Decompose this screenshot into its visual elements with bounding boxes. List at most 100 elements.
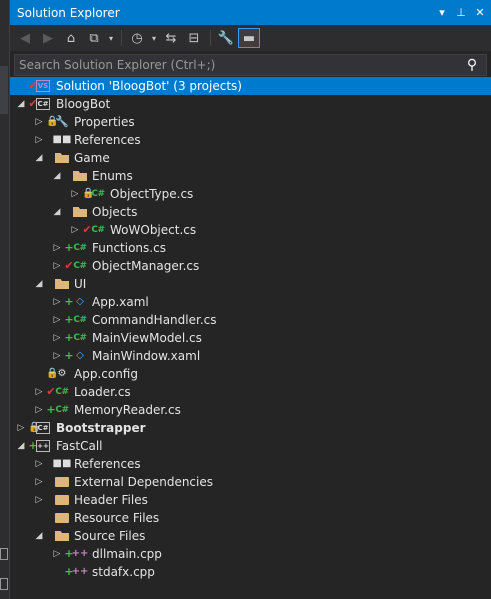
folder-open-icon	[54, 150, 70, 166]
collapse-arrow-icon[interactable]: ◢	[16, 95, 26, 113]
tree-item[interactable]: ◢ Objects	[10, 203, 491, 221]
tree-item-label: MemoryReader.cs	[74, 403, 181, 417]
tree-item[interactable]: + ++ stdafx.cpp	[10, 563, 491, 581]
tree-item[interactable]: ▷ 🔒 🔧 Properties	[10, 113, 491, 131]
dock-marker-icon	[0, 548, 8, 560]
forward-button[interactable]: ▶	[37, 28, 59, 48]
tree-item[interactable]: ▷ 🔒 C# ObjectType.cs	[10, 185, 491, 203]
expand-arrow-icon[interactable]: ▷	[52, 293, 62, 311]
tree-item[interactable]: ▷ ✔ C# WoWObject.cs	[10, 221, 491, 239]
dock-marker-icon	[0, 578, 8, 590]
panel-title-bar: Solution Explorer ▾ ⊥ ✕	[10, 0, 491, 25]
switch-views-button[interactable]: ⧉	[83, 28, 105, 48]
expand-arrow-icon[interactable]: ▷	[34, 113, 44, 131]
tree-item-label: Functions.cs	[92, 241, 166, 255]
tree-item[interactable]: ▷ + C# Functions.cs	[10, 239, 491, 257]
folder-icon	[54, 492, 70, 508]
expand-arrow-icon[interactable]: ▷	[70, 185, 80, 203]
tree-item-label: Solution 'BloogBot' (3 projects)	[56, 79, 242, 93]
tree-item-label: Objects	[92, 205, 138, 219]
tree-item-label: ObjectType.cs	[110, 187, 194, 201]
tree-item[interactable]: ▷ Header Files	[10, 491, 491, 509]
expand-arrow-icon[interactable]: ▷	[34, 401, 44, 419]
collapse-arrow-icon[interactable]: ◢	[52, 203, 62, 221]
folder-icon	[54, 510, 70, 526]
collapse-arrow-icon[interactable]: ◢	[34, 527, 44, 545]
properties-button[interactable]: 🔧	[215, 28, 237, 48]
tree-item[interactable]: ◢ Enums	[10, 167, 491, 185]
pin-icon[interactable]: ⊥	[453, 6, 469, 19]
expand-arrow-icon[interactable]: ▷	[34, 455, 44, 473]
tree-item-label: App.xaml	[92, 295, 149, 309]
left-dock-strip	[0, 0, 10, 599]
tree-item[interactable]: ◢ ✔ C# BloogBot	[10, 95, 491, 113]
search-input[interactable]	[15, 57, 458, 73]
tree-item[interactable]: ▷ 🔒 C# Bootstrapper	[10, 419, 491, 437]
tree-item[interactable]: ▷ + C# MemoryReader.cs	[10, 401, 491, 419]
tree-item[interactable]: ▷ + ++ dllmain.cpp	[10, 545, 491, 563]
expand-arrow-icon[interactable]: ▷	[52, 347, 62, 365]
tree-item[interactable]: ▷ ✔ C# ObjectManager.cs	[10, 257, 491, 275]
dock-tab[interactable]	[0, 66, 8, 114]
tree-item[interactable]: ▷ + C# MainViewModel.cs	[10, 329, 491, 347]
toolbar-separator	[210, 30, 211, 46]
expand-arrow-icon[interactable]: ▷	[34, 491, 44, 509]
switch-views-dropdown-icon[interactable]: ▾	[106, 28, 116, 48]
preview-selected-items-button[interactable]: ▬	[238, 28, 260, 48]
collapse-arrow-icon[interactable]: ◢	[34, 149, 44, 167]
tree-item[interactable]: ▷ ■■ References	[10, 455, 491, 473]
tree-item[interactable]: ▷ + ◇ MainWindow.xaml	[10, 347, 491, 365]
tree-item[interactable]: ▷ ✔ C# Loader.cs	[10, 383, 491, 401]
xaml-file-icon: ◇	[76, 350, 84, 361]
collapse-all-button[interactable]: ⊟	[183, 28, 205, 48]
pending-changes-filter-button[interactable]: ◷	[126, 28, 148, 48]
tree-item-label: FastCall	[56, 439, 103, 453]
tree-item[interactable]: 🔒 ⚙ App.config	[10, 365, 491, 383]
panel-title: Solution Explorer	[17, 5, 120, 20]
expand-arrow-icon[interactable]: ▷	[34, 131, 44, 149]
tree-item-label: dllmain.cpp	[92, 547, 162, 561]
csharp-file-icon: C#	[91, 225, 105, 235]
close-icon[interactable]: ✕	[472, 6, 488, 19]
home-button[interactable]: ⌂	[60, 28, 82, 48]
tree-item[interactable]: ▷ ■■ References	[10, 131, 491, 149]
search-icon[interactable]: ⚲	[458, 57, 486, 73]
tree-item[interactable]: ▷ + ◇ App.xaml	[10, 293, 491, 311]
expand-arrow-icon[interactable]: ▷	[52, 545, 62, 563]
tree-item-label: CommandHandler.cs	[92, 313, 217, 327]
solution-explorer-panel: Solution Explorer ▾ ⊥ ✕ ◀ ▶ ⌂ ⧉ ▾ ◷ ▾ ⇆ …	[10, 0, 491, 599]
back-button[interactable]: ◀	[14, 28, 36, 48]
expand-arrow-icon[interactable]: ▷	[16, 419, 26, 437]
expand-arrow-icon[interactable]: ▷	[52, 329, 62, 347]
expand-arrow-icon[interactable]: ▷	[52, 311, 62, 329]
collapse-arrow-icon[interactable]: ◢	[52, 167, 62, 185]
tree-item-label: References	[74, 133, 141, 147]
expand-arrow-icon[interactable]: ▷	[34, 383, 44, 401]
expand-arrow-icon[interactable]: ▷	[52, 257, 62, 275]
expand-arrow-icon[interactable]: ▷	[34, 473, 44, 491]
tree-item[interactable]: ◢ Game	[10, 149, 491, 167]
tree-item[interactable]: ◢ UI	[10, 275, 491, 293]
tree-item-label: BloogBot	[56, 97, 111, 111]
properties-wrench-icon: 🔧	[55, 115, 69, 128]
expand-arrow-icon[interactable]: ▷	[70, 221, 80, 239]
pending-changes-dropdown-icon[interactable]: ▾	[149, 28, 159, 48]
tree-item-label: Enums	[92, 169, 133, 183]
tree-item-label: Source Files	[74, 529, 146, 543]
tree-item[interactable]: ▷ External Dependencies	[10, 473, 491, 491]
project-icon: C#	[36, 422, 50, 434]
collapse-arrow-icon[interactable]: ◢	[34, 275, 44, 293]
tree-item[interactable]: ▷ + C# CommandHandler.cs	[10, 311, 491, 329]
folder-icon	[54, 474, 70, 490]
tree-item[interactable]: ✔ VS Solution 'BloogBot' (3 projects)	[10, 77, 491, 95]
tree-item-label: References	[74, 457, 141, 471]
window-position-dropdown-icon[interactable]: ▾	[434, 6, 450, 19]
search-box: ⚲	[14, 54, 487, 76]
collapse-arrow-icon[interactable]: ◢	[16, 437, 26, 455]
tree-item[interactable]: ◢ + ++ FastCall	[10, 437, 491, 455]
tree-item[interactable]: Resource Files	[10, 509, 491, 527]
tree-item[interactable]: ◢ Source Files	[10, 527, 491, 545]
sync-with-active-document-button[interactable]: ⇆	[160, 28, 182, 48]
expand-arrow-icon[interactable]: ▷	[52, 239, 62, 257]
xaml-file-icon: ◇	[76, 296, 84, 307]
